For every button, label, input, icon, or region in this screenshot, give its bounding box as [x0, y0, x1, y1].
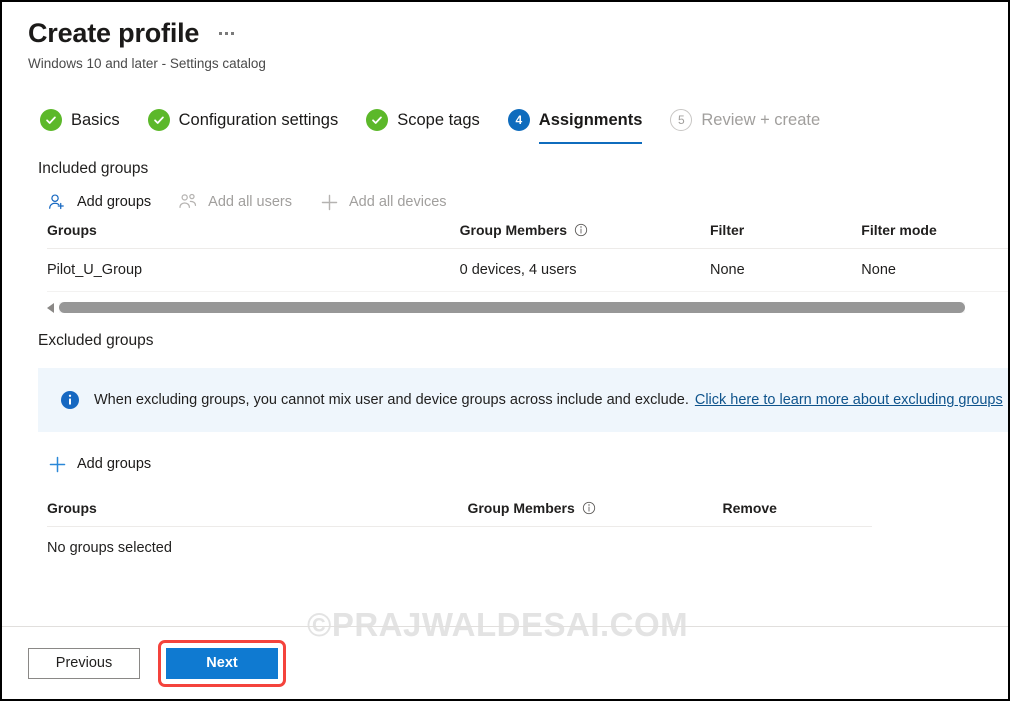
person-add-icon: [46, 192, 68, 212]
page-subtitle: Windows 10 and later - Settings catalog: [28, 56, 266, 71]
included-groups-heading: Included groups: [38, 160, 149, 177]
wizard-step-scope-tags[interactable]: Scope tags: [366, 102, 480, 140]
wizard-step-basics[interactable]: Basics: [40, 102, 120, 140]
cell-group-members: 0 devices, 4 users: [459, 262, 577, 278]
command-label: Add groups: [77, 194, 152, 210]
cell-group-name: Pilot_U_Group: [47, 262, 143, 278]
scrollbar-thumb[interactable]: [59, 302, 965, 313]
excluded-groups-command-bar: Add groups: [46, 454, 1008, 474]
active-step-underline: [538, 141, 643, 144]
next-button-highlight: Next: [158, 639, 286, 687]
column-header-groups: Groups: [47, 222, 97, 238]
command-label: Add all users: [208, 194, 292, 210]
check-icon: [147, 109, 170, 131]
empty-state-row: No groups selected: [47, 527, 872, 569]
excluded-groups-table: Groups Group Members Remove No groups se…: [47, 490, 872, 569]
previous-button[interactable]: Previous: [28, 647, 140, 679]
info-icon[interactable]: [582, 501, 596, 515]
table-header-row: Groups Group Members Filter Filter mode: [47, 212, 1008, 249]
column-header-filter-mode: Filter mode: [861, 222, 937, 238]
wizard-step-label: Basics: [71, 110, 120, 129]
column-header-group-members-label: Group Members: [467, 500, 575, 516]
horizontal-scrollbar[interactable]: [47, 301, 965, 314]
column-header-group-members-label: Group Members: [459, 222, 567, 238]
table-header-row: Groups Group Members Remove: [47, 490, 872, 527]
wizard-footer: Previous Next: [2, 627, 1008, 699]
exclusion-info-banner: When excluding groups, you cannot mix us…: [38, 368, 1008, 432]
column-header-remove: Remove: [722, 500, 777, 516]
plus-icon: [46, 454, 68, 474]
plus-icon: [318, 192, 340, 212]
more-options-icon[interactable]: [219, 32, 235, 35]
add-groups-button-included[interactable]: Add groups: [46, 192, 151, 212]
wizard-step-label: Scope tags: [397, 110, 480, 129]
column-header-filter: Filter: [709, 222, 745, 238]
step-number-badge: 4: [507, 109, 530, 131]
wizard-step-assignments[interactable]: 4 Assignments: [507, 102, 643, 144]
check-icon: [40, 109, 62, 131]
wizard-step-label: Configuration settings: [178, 110, 339, 129]
wizard-steps: Basics Configuration settings Scope tags…: [40, 102, 1008, 144]
excluded-groups-heading: Excluded groups: [38, 332, 154, 349]
command-label: Add groups: [77, 456, 152, 472]
page-header: Create profile Windows 10 and later - Se…: [2, 2, 1008, 73]
page-title: Create profile: [28, 18, 200, 48]
included-groups-command-bar: Add groups Add all users Add all devices: [46, 192, 1008, 212]
cell-filter[interactable]: None: [710, 262, 861, 278]
included-groups-table: Groups Group Members Filter Filter mode …: [47, 212, 1008, 292]
command-label: Add all devices: [349, 194, 447, 210]
title-row: Create profile: [28, 16, 1008, 50]
column-header-group-members: Group Members: [467, 500, 722, 516]
wizard-step-label: Review + create: [701, 110, 821, 129]
next-button[interactable]: Next: [166, 647, 278, 679]
column-header-groups: Groups: [47, 500, 97, 516]
excluding-groups-learn-more-link[interactable]: Click here to learn more about excluding…: [695, 392, 1003, 408]
wizard-step-review-create[interactable]: 5 Review + create: [670, 102, 820, 140]
cell-filter-mode[interactable]: None: [861, 262, 1008, 278]
empty-state-text: No groups selected: [47, 540, 172, 556]
add-all-users-button[interactable]: Add all users: [177, 192, 292, 212]
wizard-step-configuration-settings[interactable]: Configuration settings: [147, 102, 339, 140]
people-icon: [177, 192, 199, 212]
add-groups-button-excluded[interactable]: Add groups: [46, 454, 151, 474]
add-all-devices-button[interactable]: Add all devices: [318, 192, 447, 212]
check-icon: [366, 109, 389, 131]
scrollbar-track[interactable]: [59, 302, 965, 313]
info-filled-icon: [60, 390, 80, 410]
banner-text: When excluding groups, you cannot mix us…: [94, 392, 689, 408]
scroll-left-arrow-icon[interactable]: [47, 302, 54, 313]
create-profile-page: Create profile Windows 10 and later - Se…: [0, 0, 1010, 701]
table-row[interactable]: Pilot_U_Group 0 devices, 4 users None No…: [47, 249, 1008, 292]
wizard-step-label: Assignments: [538, 110, 643, 129]
column-header-group-members: Group Members: [460, 222, 710, 238]
step-number-badge: 5: [670, 109, 693, 131]
info-icon[interactable]: [574, 223, 588, 237]
